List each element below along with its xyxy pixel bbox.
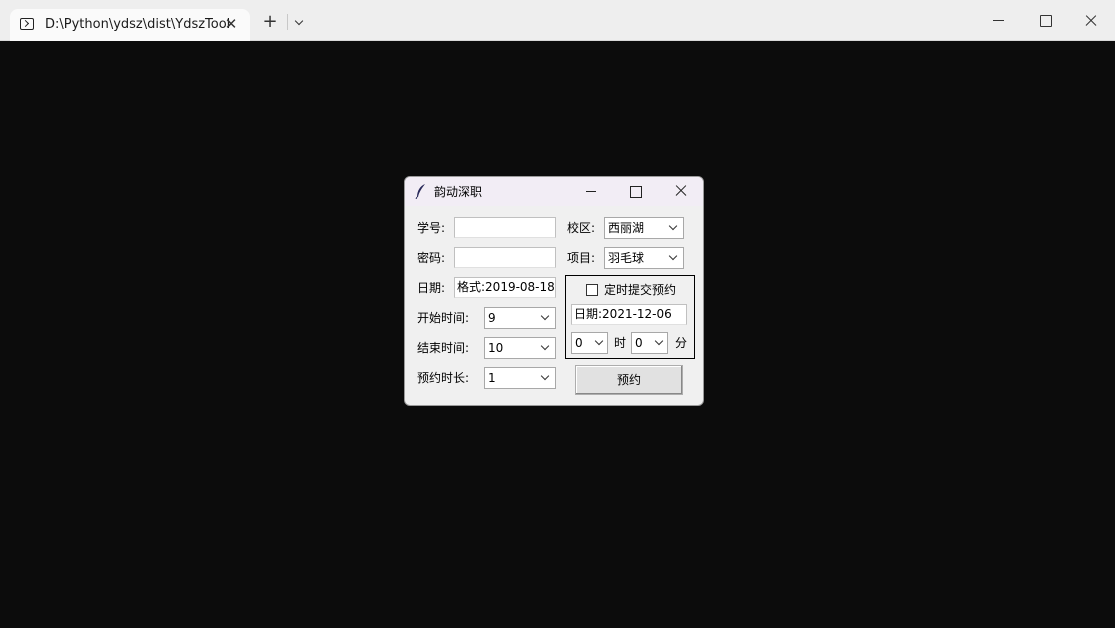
end-time-value: 10 <box>488 341 504 355</box>
chevron-down-icon <box>540 341 550 351</box>
end-time-select[interactable]: 10 <box>484 337 556 359</box>
scheduled-submit-label[interactable]: 定时提交预约 <box>604 283 676 297</box>
tab-close-icon[interactable]: ✕ <box>222 15 240 33</box>
terminal-icon <box>20 18 34 30</box>
duration-label: 预约时长: <box>417 371 470 385</box>
terminal-titlebar: D:\Python\ydsz\dist\YdszTool ✕ + <box>0 0 1115 41</box>
chevron-down-icon <box>654 336 664 346</box>
dialog-minimize-button[interactable] <box>583 183 599 199</box>
student-id-input[interactable] <box>454 217 556 238</box>
end-time-label: 结束时间: <box>417 341 470 355</box>
duration-value: 1 <box>488 371 496 385</box>
tab-separator <box>287 14 288 30</box>
chevron-down-icon <box>668 221 678 231</box>
chevron-down-icon <box>668 251 678 261</box>
campus-select[interactable]: 西丽湖 <box>604 217 684 239</box>
chevron-down-icon <box>540 371 550 381</box>
window-close-button[interactable] <box>1071 8 1111 34</box>
scheduled-submit-frame: 定时提交预约 日期:2021-12-06 0 时 0 分 <box>565 275 695 359</box>
student-id-label: 学号: <box>417 221 446 235</box>
scheduled-minute-value: 0 <box>635 336 643 350</box>
item-select[interactable]: 羽毛球 <box>604 247 684 269</box>
campus-label: 校区: <box>567 221 596 235</box>
password-label: 密码: <box>417 251 446 265</box>
start-time-value: 9 <box>488 311 496 325</box>
start-time-label: 开始时间: <box>417 311 470 325</box>
window-minimize-button[interactable] <box>978 8 1018 34</box>
password-input[interactable] <box>454 247 556 268</box>
item-value: 羽毛球 <box>608 251 645 265</box>
scheduled-minute-select[interactable]: 0 <box>631 332 668 354</box>
dialog-titlebar[interactable]: 韵动深职 <box>405 177 703 206</box>
scheduled-date-input[interactable]: 日期:2021-12-06 <box>571 304 687 325</box>
dialog-maximize-button[interactable] <box>627 183 643 199</box>
tab-dropdown-chevron-icon[interactable] <box>290 13 308 33</box>
start-time-select[interactable]: 9 <box>484 307 556 329</box>
item-label: 项目: <box>567 251 596 265</box>
chevron-down-icon <box>594 336 604 346</box>
tab-title: D:\Python\ydsz\dist\YdszTool <box>45 17 231 32</box>
new-tab-button[interactable]: + <box>260 12 280 32</box>
campus-value: 西丽湖 <box>608 221 645 235</box>
scheduled-submit-checkbox[interactable] <box>586 284 598 296</box>
scheduled-hour-select[interactable]: 0 <box>571 332 608 354</box>
minute-unit-label: 分 <box>675 336 688 350</box>
reserve-button[interactable]: 预约 <box>575 365 683 395</box>
hour-unit-label: 时 <box>614 336 627 350</box>
date-label: 日期: <box>417 281 446 295</box>
dialog-close-button[interactable] <box>673 183 689 199</box>
terminal-tab[interactable]: D:\Python\ydsz\dist\YdszTool ✕ <box>10 9 250 41</box>
scheduled-hour-value: 0 <box>575 336 583 350</box>
window-maximize-button[interactable] <box>1025 8 1065 34</box>
date-input[interactable]: 格式:2019-08-18 <box>454 277 556 298</box>
chevron-down-icon <box>540 311 550 321</box>
feather-icon <box>415 184 425 199</box>
dialog-title: 韵动深职 <box>434 185 483 199</box>
duration-select[interactable]: 1 <box>484 367 556 389</box>
booking-dialog: 韵动深职 学号: 密码: 日期: 格式:2019-08-18 开始时间: 9 结… <box>404 176 704 406</box>
